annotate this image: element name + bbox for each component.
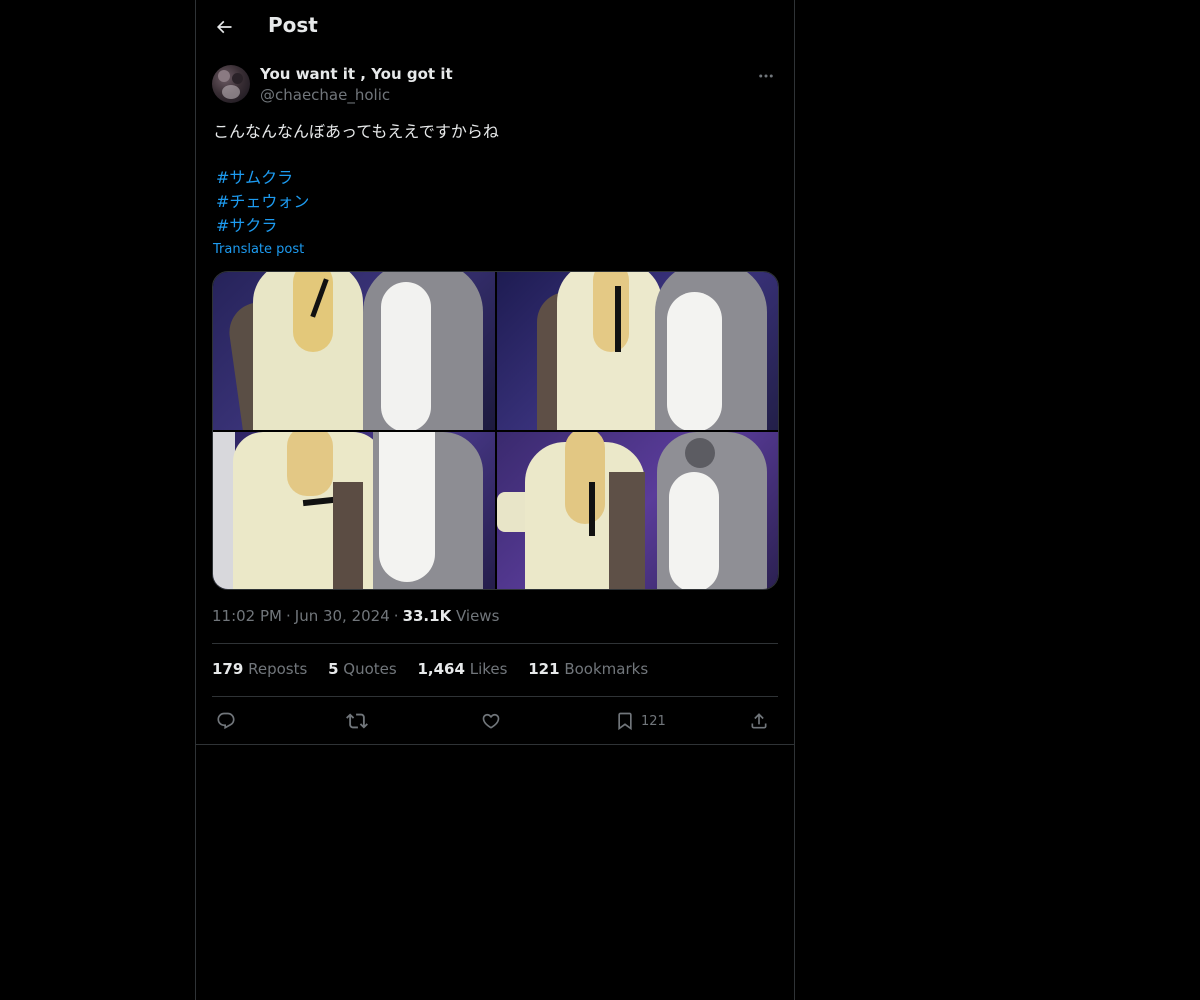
author-display-name[interactable]: You want it , You got it	[260, 65, 453, 83]
like-button[interactable]	[481, 706, 501, 736]
more-horizontal-icon	[759, 74, 773, 78]
hashtag-list: #サムクラ #チェウォン #サクラ	[216, 166, 309, 238]
divider	[212, 643, 778, 644]
divider	[212, 696, 778, 697]
post-date[interactable]: Jun 30, 2024	[295, 607, 390, 625]
reply-button[interactable]	[216, 706, 236, 736]
avatar[interactable]	[212, 65, 250, 103]
hashtag-link[interactable]: #サクラ	[216, 214, 309, 238]
arrow-left-icon	[216, 20, 232, 34]
quotes-stat[interactable]: 5 Quotes	[328, 660, 397, 678]
back-button[interactable]	[208, 11, 240, 43]
bookmark-count: 121	[641, 713, 666, 729]
action-bar: 121	[212, 706, 778, 736]
repost-button[interactable]	[346, 706, 368, 736]
engagement-stats: 179 Reposts 5 Quotes 1,464 Likes 121 Boo…	[212, 660, 664, 678]
views-count: 33.1K	[402, 607, 452, 625]
repost-icon	[346, 713, 368, 729]
bookmarks-stat[interactable]: 121 Bookmarks	[528, 660, 648, 678]
media-photo-2[interactable]	[497, 272, 778, 430]
like-icon	[482, 713, 500, 729]
top-bar: Post	[196, 0, 794, 54]
divider	[196, 744, 794, 745]
share-button[interactable]	[749, 706, 769, 736]
author-row: You want it , You got it @chaechae_holic	[212, 64, 778, 108]
page-title: Post	[268, 13, 318, 37]
media-photo-1[interactable]	[213, 272, 495, 430]
post-meta: 11:02 PM · Jun 30, 2024 · 33.1K Views	[212, 607, 500, 625]
bookmark-icon	[618, 712, 632, 731]
share-icon	[751, 713, 767, 729]
post-time[interactable]: 11:02 PM	[212, 607, 282, 625]
media-photo-3[interactable]	[213, 432, 495, 589]
translate-post-link[interactable]: Translate post	[213, 242, 304, 257]
bookmark-button[interactable]: 121	[615, 706, 666, 736]
reply-icon	[217, 712, 235, 730]
media-grid	[212, 271, 779, 590]
likes-stat[interactable]: 1,464 Likes	[417, 660, 507, 678]
media-photo-4[interactable]	[497, 432, 778, 589]
views-label: Views	[455, 607, 500, 625]
hashtag-link[interactable]: #サムクラ	[216, 166, 309, 190]
hashtag-link[interactable]: #チェウォン	[216, 190, 309, 214]
more-options-button[interactable]	[754, 64, 778, 88]
main-column: Post You want it , You got it @chaechae_…	[195, 0, 795, 1000]
post-text: こんなんなんぼあってもええですからね	[213, 122, 499, 141]
reposts-stat[interactable]: 179 Reposts	[212, 660, 307, 678]
author-handle[interactable]: @chaechae_holic	[260, 86, 390, 104]
